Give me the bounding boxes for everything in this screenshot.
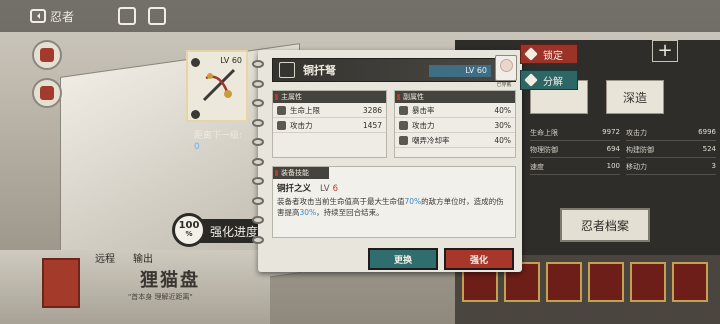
equipment-slot[interactable]: [546, 262, 582, 302]
character-banner-icon: [42, 258, 80, 308]
attr-name: 生命上限: [290, 105, 320, 115]
ring-icon: [252, 196, 264, 205]
stat-row: 速度 100: [530, 160, 620, 175]
enhance-progress-badge: 强化进度 100 %: [172, 213, 265, 247]
skill-name: 铜扦之义: [277, 184, 312, 194]
tab-ranged[interactable]: 远程: [95, 250, 115, 265]
back-button[interactable]: 忍者: [30, 6, 74, 26]
heart-icon[interactable]: [32, 78, 62, 108]
enhance-progress-circle: 100 %: [172, 213, 206, 247]
skill-title: 铜扦之义 LV 6: [277, 182, 515, 194]
sub-attributes: 副属性 暴击率 40% 攻击力 30% 嘲弄冷却率 40%: [394, 90, 516, 158]
attribute-row: 攻击力 1457: [273, 118, 386, 133]
ninja-archive-card[interactable]: 忍者档案: [560, 208, 650, 242]
stat-row: 移动力 3: [626, 160, 716, 175]
equipped-tag: 已穿戴: [496, 82, 512, 88]
skill-tree-icon[interactable]: [32, 40, 62, 70]
upgrade-button[interactable]: 强化: [444, 248, 514, 270]
equipment-card[interactable]: LV 60: [186, 50, 248, 122]
equipment-slot[interactable]: [588, 262, 624, 302]
attribute-row: 嘲弄冷却率 40%: [395, 133, 515, 148]
ring-icon: [252, 216, 264, 224]
decompose-label: 分解: [543, 76, 563, 88]
lock-label: 锁定: [543, 50, 563, 62]
lock-button[interactable]: 锁定: [520, 44, 578, 64]
attribute-row: 攻击力 30%: [395, 118, 515, 133]
ring-icon: [252, 99, 264, 107]
right-stats-grid: 生命上限 9972 攻击力 6996 物理防御 694 构建防御 524 速度 100 移…: [530, 126, 716, 175]
skill-level: 6: [332, 184, 338, 194]
notebook-rings: [252, 60, 264, 244]
crit-icon: [399, 105, 408, 115]
swap-button[interactable]: 更换: [368, 248, 438, 270]
decompose-icon: [524, 73, 538, 87]
tab-output[interactable]: 输出: [133, 250, 153, 265]
avatar-face-icon: [500, 59, 513, 72]
ring-icon: [252, 177, 264, 185]
ring-icon: [252, 138, 264, 146]
ring-icon: [252, 118, 264, 127]
ring-icon: [252, 157, 264, 166]
distance-value: 0: [194, 142, 200, 152]
lock-icon: [524, 47, 538, 61]
sword-icon: [399, 120, 408, 130]
side-icon-column: [32, 40, 62, 108]
attr-value: 1457: [362, 120, 382, 130]
attr-value: 40%: [494, 135, 511, 145]
distance-label: 距离下一级:: [194, 131, 243, 141]
bottom-tabs: 远程 输出: [95, 250, 153, 265]
slot-dot-icon: [191, 110, 200, 119]
stat-row: 攻击力 6996: [626, 126, 716, 141]
attr-name: 攻击力: [290, 120, 313, 130]
attr-value: 30%: [494, 120, 511, 130]
stat-row: 物理防御 694: [530, 143, 620, 158]
decompose-button[interactable]: 分解: [520, 70, 578, 90]
sub-attr-header: 副属性: [395, 91, 515, 103]
tab-advance[interactable]: 深造: [606, 80, 664, 114]
equipment-detail-popup: 铜扦弩 LV 60 已穿戴 主属性 生命上限 3286 攻击力 1457 副属性: [252, 50, 522, 272]
ring-icon: [252, 235, 264, 244]
main-attr-header: 主属性: [273, 91, 386, 103]
stat-row: 生命上限 9972: [530, 126, 620, 141]
progress-percent: 100: [178, 220, 200, 231]
equipment-slot[interactable]: [672, 262, 708, 302]
bow-icon: [279, 62, 295, 78]
skill-header: 装备技能: [273, 167, 329, 179]
cooldown-icon: [399, 135, 408, 145]
equipment-title: 铜扦弩: [303, 64, 336, 77]
ring-icon: [252, 79, 264, 88]
home-icon[interactable]: [148, 7, 166, 25]
menu-icon[interactable]: [118, 7, 136, 25]
attr-name: 暴击率: [412, 105, 435, 115]
main-attributes: 主属性 生命上限 3286 攻击力 1457: [272, 90, 387, 158]
attribute-row: 暴击率 40%: [395, 103, 515, 118]
equipment-skill: 装备技能 铜扦之义 LV 6 装备者攻击当前生命值高于最大生命值70%的敌方单位…: [272, 166, 516, 238]
attribute-row: 生命上限 3286: [273, 103, 386, 118]
heart-icon: [277, 105, 286, 115]
attr-value: 3286: [362, 105, 382, 115]
add-icon[interactable]: +: [652, 40, 678, 62]
attr-name: 攻击力: [412, 120, 435, 130]
character-name: 狸猫盘: [140, 270, 200, 291]
top-bar: 忍者: [0, 0, 720, 32]
popup-header: 铜扦弩 LV 60 已穿戴: [272, 55, 517, 88]
equipment-level-bar: LV 60: [429, 65, 491, 77]
crossbow-icon: [202, 68, 236, 102]
wearer-avatar[interactable]: [495, 55, 517, 81]
character-subtitle: "首本身 理解近距离": [128, 293, 193, 301]
skill-description: 装备者攻击当前生命值高于最大生命值70%的敌方单位时，造成的伤害提高30%，持续…: [277, 197, 504, 217]
attr-name: 嘲弄冷却率: [412, 135, 450, 145]
back-label: 忍者: [50, 9, 75, 24]
ring-icon: [252, 60, 264, 68]
progress-percent-sign: %: [185, 230, 193, 238]
sword-icon: [277, 120, 286, 130]
stat-row: 构建防御 524: [626, 143, 716, 158]
skill-level-label: LV: [319, 184, 330, 194]
attr-value: 40%: [494, 105, 511, 115]
equipment-slot[interactable]: [630, 262, 666, 302]
back-arrow-icon: [30, 9, 46, 23]
